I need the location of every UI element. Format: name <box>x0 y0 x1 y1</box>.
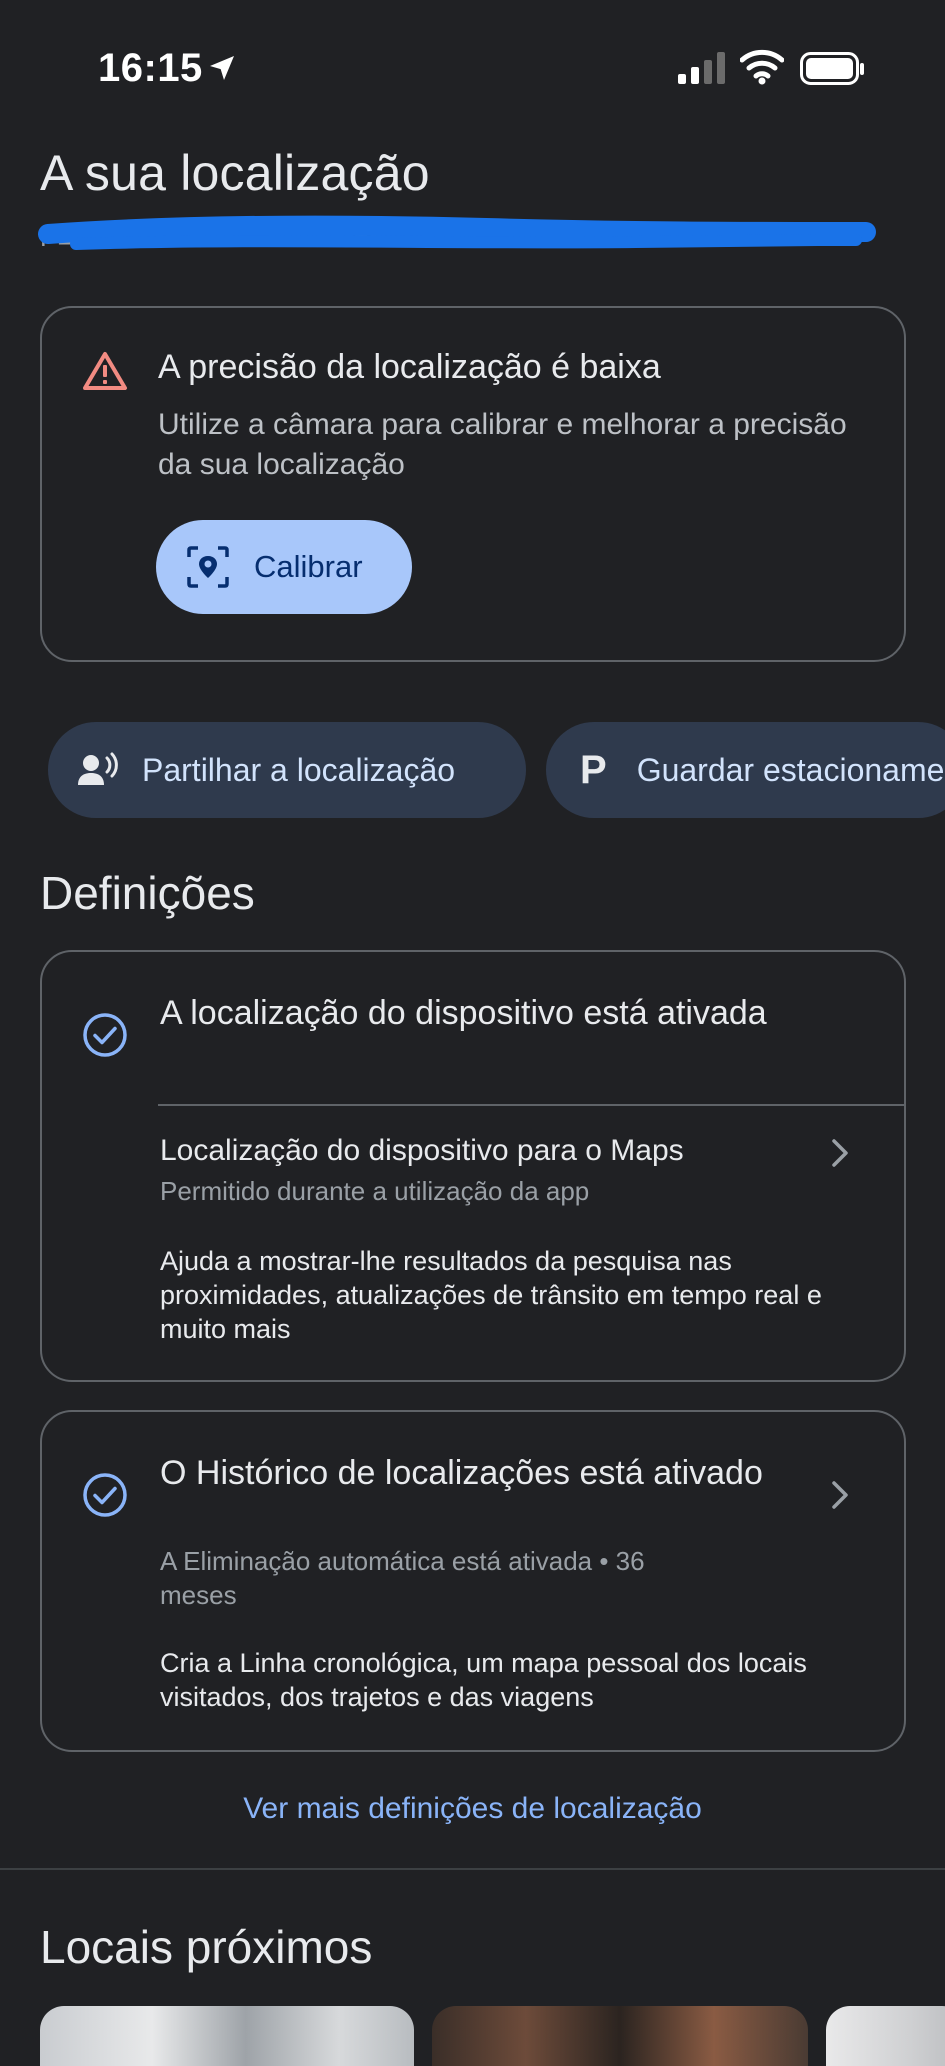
location-history-status: A Eliminação automática está ativada • 3… <box>160 1546 645 1610</box>
more-location-settings-link[interactable]: Ver mais definições de localização <box>0 1792 945 1826</box>
settings-section-title: Definições <box>40 867 255 919</box>
chevron-right-icon[interactable] <box>826 1478 854 1512</box>
section-divider <box>0 1868 945 1870</box>
redaction-scribble <box>38 215 876 250</box>
share-location-icon <box>78 752 118 785</box>
page-title: A sua localização <box>40 145 430 201</box>
calibrate-button[interactable]: Calibrar <box>156 520 412 614</box>
share-location-chip[interactable]: Partilhar a localização <box>48 722 526 818</box>
location-history-help: Cria a Linha cronológica, um mapa pessoa… <box>160 1648 807 1712</box>
card-divider <box>158 1104 906 1106</box>
accuracy-title: A precisão da localização é baixa <box>158 348 661 386</box>
chevron-right-icon[interactable] <box>826 1136 854 1170</box>
check-circle-icon <box>83 1473 127 1517</box>
nearby-place-thumbnail[interactable] <box>826 2006 945 2066</box>
location-arrow-icon <box>210 56 234 80</box>
device-location-help: Ajuda a mostrar-lhe resultados da pesqui… <box>160 1246 822 1344</box>
share-location-label: Partilhar a localização <box>142 751 456 788</box>
wifi-icon <box>740 49 784 85</box>
nearby-places-title: Locais próximos <box>40 1921 373 1973</box>
check-circle-icon <box>83 1013 127 1057</box>
save-parking-chip[interactable]: P Guardar estacionamento <box>546 722 945 818</box>
nearby-place-thumbnail[interactable] <box>432 2006 808 2066</box>
location-history-title: O Histórico de localizações está ativado <box>160 1454 763 1492</box>
calibrate-location-icon <box>187 546 229 588</box>
parking-icon: P <box>580 747 607 792</box>
warning-icon <box>83 352 127 390</box>
nearby-place-thumbnail[interactable] <box>40 2006 414 2066</box>
calibrate-label: Calibrar <box>254 549 363 584</box>
battery-icon <box>800 52 864 85</box>
save-parking-label: Guardar estacionamento <box>636 751 945 788</box>
cellular-signal-icon <box>678 52 725 84</box>
device-location-title: A localização do dispositivo está ativad… <box>160 994 767 1032</box>
device-location-maps-status: Permitido durante a utilização da app <box>160 1176 590 1206</box>
status-time: 16:15 <box>98 46 203 90</box>
accuracy-description: Utilize a câmara para calibrar e melhora… <box>158 408 847 481</box>
device-location-maps-label[interactable]: Localização do dispositivo para o Maps <box>160 1134 684 1168</box>
